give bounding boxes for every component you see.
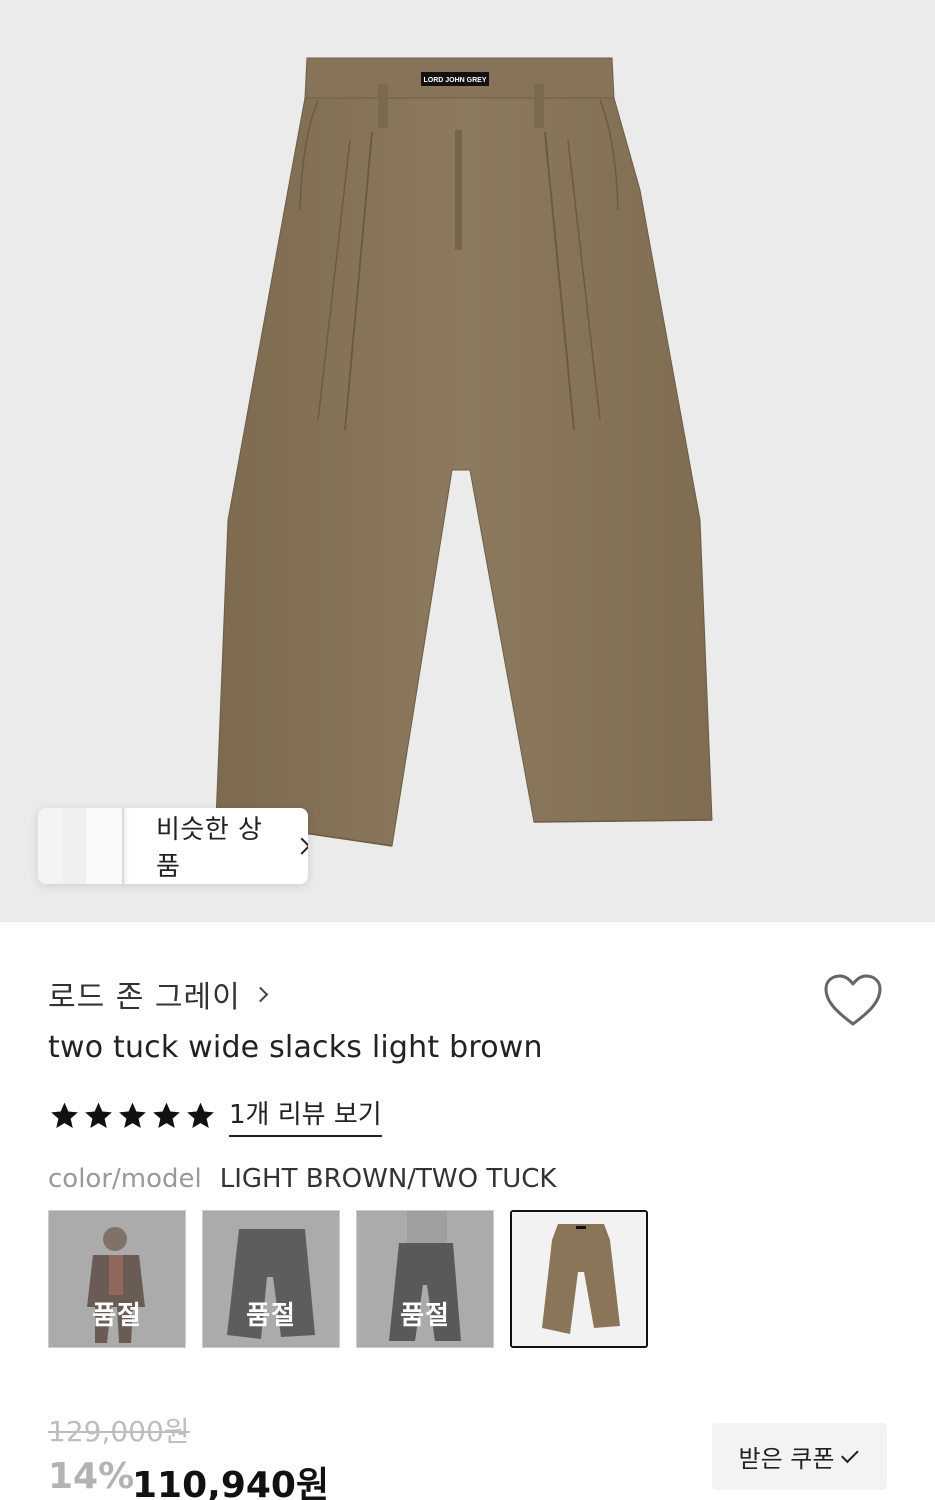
waistband-label: LORD JOHN GREY [423,77,486,84]
option-label: color/model [48,1164,202,1194]
star-rating [48,1100,217,1132]
brand-name: 로드 존 그레이 [48,980,241,1015]
final-price: 110,940원 [132,1465,330,1500]
similar-products-button[interactable]: 비슷한 상품 [38,808,308,884]
variant-thumbnail-selected[interactable] [510,1210,648,1348]
star-icon [85,1102,112,1128]
discount-rate: 14% [48,1456,135,1497]
coupon-label: 받은 쿠폰 [738,1445,835,1473]
variant-thumbnail[interactable]: 품절 [356,1210,494,1348]
coupon-button[interactable]: 받은 쿠폰 [712,1423,887,1490]
heart-icon[interactable] [822,972,884,1028]
pants-illustration: LORD JOHN GREY [215,57,713,847]
rating-row: 1개 리뷰 보기 [48,1094,382,1137]
star-icon [51,1102,78,1128]
chevron-right-icon [252,986,268,1002]
star-icon [187,1102,214,1128]
option-row: color/model LIGHT BROWN/TWO TUCK [48,1164,556,1194]
soldout-label: 품절 [400,1301,450,1331]
soldout-label: 품절 [92,1301,142,1331]
light-brown-slacks-thumbnail-image [512,1212,646,1346]
variant-thumbnail[interactable]: 품절 [48,1210,186,1348]
similar-products-label: 비슷한 상품 [156,815,263,882]
check-icon [841,1445,860,1464]
variant-thumbnail[interactable]: 품절 [202,1210,340,1348]
star-icon [153,1102,180,1128]
soldout-label: 품절 [246,1301,296,1331]
variant-list: 품절 품절 품절 [48,1210,648,1348]
product-hero-image[interactable]: LORD JOHN GREY 비슷한 상품 [0,0,935,922]
brand-link[interactable]: 로드 존 그레이 [48,972,268,1016]
chevron-right-icon [293,837,308,855]
original-price: 129,000원 [48,1415,190,1448]
star-icon [119,1102,146,1128]
similar-products-thumbnails [38,808,124,884]
product-title: two tuck wide slacks light brown [48,1030,543,1065]
review-link[interactable]: 1개 리뷰 보기 [229,1094,382,1137]
option-value: LIGHT BROWN/TWO TUCK [219,1164,557,1194]
